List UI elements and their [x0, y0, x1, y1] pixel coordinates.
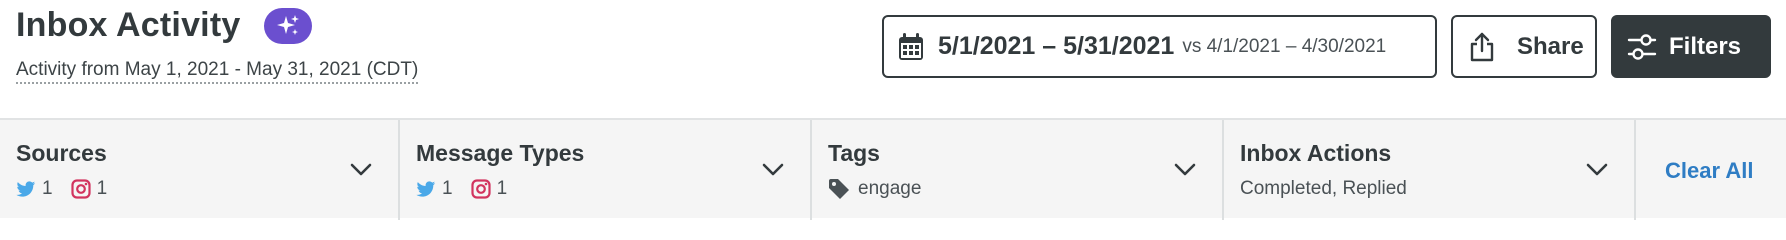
share-icon [1470, 32, 1494, 61]
clear-all-link[interactable]: Clear All [1665, 158, 1753, 184]
filter-values: 1 1 [16, 176, 125, 202]
filter-values: 1 1 [416, 176, 525, 202]
twitter-count: 1 [442, 178, 453, 199]
comparison-date-range: vs 4/1/2021 – 4/30/2021 [1182, 35, 1387, 57]
filter-values: engage [828, 176, 921, 202]
chevron-down-icon [1174, 163, 1196, 176]
sliders-icon [1627, 33, 1657, 60]
twitter-count: 1 [42, 178, 53, 199]
chevron-down-icon [762, 163, 784, 176]
date-range-button[interactable]: 5/1/2021 – 5/31/2021 vs 4/1/2021 – 4/30/… [882, 15, 1437, 78]
calendar-icon [899, 32, 923, 60]
primary-date-range: 5/1/2021 – 5/31/2021 [938, 32, 1175, 60]
filters-button[interactable]: Filters [1611, 15, 1771, 78]
filters-label: Filters [1669, 32, 1742, 60]
filter-message-types[interactable]: Message Types 1 1 [400, 120, 812, 220]
instagram-icon [70, 179, 91, 199]
instagram-count: 1 [96, 178, 108, 199]
twitter-icon [16, 180, 36, 197]
inbox-actions-value: Completed, Replied [1240, 178, 1407, 199]
filter-inbox-actions[interactable]: Inbox Actions Completed, Replied [1224, 120, 1636, 220]
filter-title: Message Types [416, 140, 585, 166]
share-button[interactable]: Share [1451, 15, 1597, 78]
instagram-count: 1 [496, 178, 508, 199]
page-title: Inbox Activity [16, 6, 241, 44]
chevron-down-icon [1586, 163, 1608, 176]
filter-title: Inbox Actions [1240, 140, 1392, 166]
share-label: Share [1517, 32, 1584, 60]
filter-sources[interactable]: Sources 1 1 [0, 120, 400, 220]
instagram-icon [470, 179, 491, 199]
filter-tags[interactable]: Tags engage [812, 120, 1224, 220]
sparkle-icon [277, 14, 300, 35]
filter-values: Completed, Replied [1240, 176, 1407, 202]
tag-icon [829, 179, 849, 199]
twitter-icon [416, 180, 436, 197]
title-row: Inbox Activity [16, 6, 313, 45]
tag-value: engage [858, 178, 922, 199]
filter-bar: Sources 1 1 Message Types 1 1 Tags engag… [0, 118, 1786, 220]
date-range-subtitle[interactable]: Activity from May 1, 2021 - May 31, 2021… [16, 59, 419, 84]
page-header: Inbox Activity Activity from May 1, 2021… [0, 0, 1786, 118]
ai-insights-button[interactable] [264, 7, 313, 44]
chevron-down-icon [350, 163, 372, 176]
filter-title: Sources [16, 140, 107, 166]
filter-title: Tags [828, 140, 880, 166]
